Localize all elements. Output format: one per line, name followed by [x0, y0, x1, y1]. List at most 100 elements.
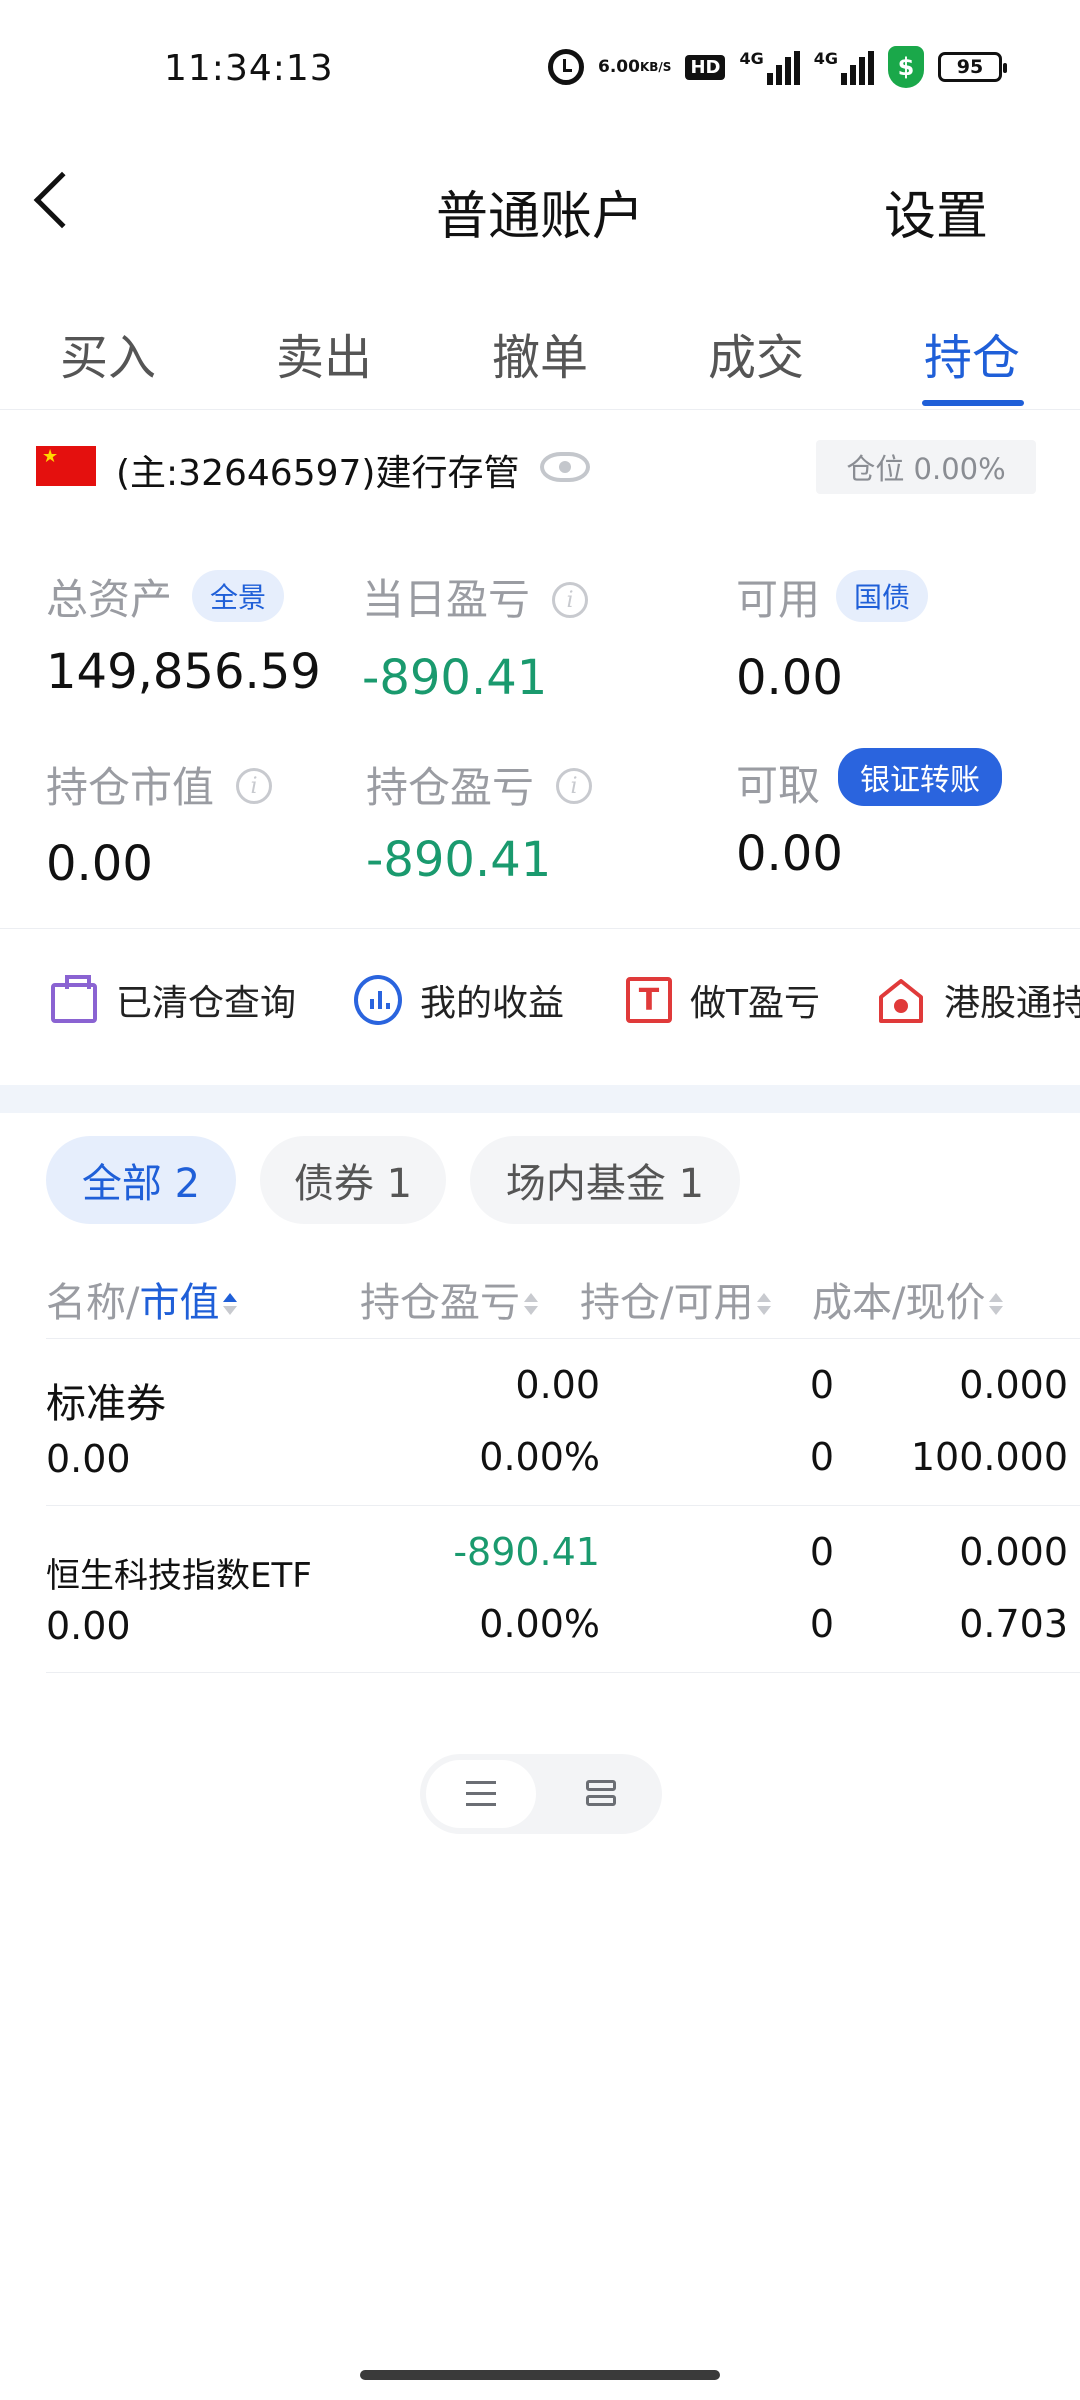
- security-shield-icon: $: [888, 46, 924, 88]
- shortcut-hk-connect[interactable]: 港股通持: [876, 974, 1080, 1026]
- signal-icon-sim1: 4G: [739, 49, 800, 85]
- holding-value-label: 持仓市值: [46, 763, 215, 812]
- holding-value-amount: 0.00: [46, 836, 153, 892]
- shortcut-my-earnings[interactable]: 我的收益: [354, 974, 564, 1026]
- col-holding-label: 持仓/可用: [580, 1280, 754, 1326]
- shortcut-t-trade-pnl[interactable]: T 做T盈亏: [626, 974, 820, 1026]
- current-price: 100.000: [910, 1435, 1068, 1479]
- shortcut-label: 做T盈亏: [690, 983, 820, 1024]
- holding-value-info-icon[interactable]: i: [236, 768, 272, 804]
- withdrawable-label: 可取: [736, 761, 821, 810]
- table-row[interactable]: 标准券 0.00 0.00 0.00% 0 0 0.000 100.000: [46, 1338, 1080, 1505]
- pnl-percent: 0.00%: [479, 1435, 600, 1479]
- china-flag-icon: ★: [36, 446, 96, 486]
- cost-price: 0.000: [959, 1363, 1068, 1407]
- net-speed-unit: KB/S: [639, 59, 672, 74]
- cost-price: 0.000: [959, 1530, 1068, 1574]
- settings-button[interactable]: 设置: [884, 174, 988, 249]
- col-cost-label: 成本/现价: [812, 1280, 986, 1326]
- tab-sell[interactable]: 卖出: [276, 318, 372, 388]
- withdrawable-value: 0.00: [736, 826, 843, 882]
- col-holding[interactable]: 持仓/可用: [580, 1270, 772, 1328]
- total-assets-label: 总资产: [46, 575, 173, 624]
- holding-qty: 0: [809, 1530, 834, 1574]
- holding-pnl-info-icon[interactable]: i: [556, 768, 592, 804]
- withdrawable: 可取: [736, 752, 820, 813]
- t-box-icon: T: [626, 977, 672, 1023]
- col-market-value-label: 市值: [139, 1280, 220, 1326]
- total-assets-value: 149,856.59: [46, 644, 321, 700]
- sort-icon: [524, 1290, 538, 1320]
- header: 普通账户 设置: [0, 140, 1080, 270]
- col-name-label: 名称/: [46, 1280, 140, 1326]
- tab-deals[interactable]: 成交: [708, 318, 804, 388]
- home-indicator[interactable]: [360, 2370, 720, 2380]
- battery-icon: 95: [938, 52, 1007, 82]
- daily-pnl-label: 当日盈亏: [362, 575, 531, 624]
- divider: [46, 1672, 1080, 1673]
- account-selector[interactable]: (主:32646597)建行存管: [116, 444, 519, 496]
- tab-positions[interactable]: 持仓: [924, 318, 1020, 388]
- available-qty: 0: [809, 1602, 834, 1646]
- available-qty: 0: [809, 1435, 834, 1479]
- current-price: 0.703: [959, 1602, 1068, 1646]
- view-mode-toggle: [420, 1754, 662, 1834]
- daily-pnl: 当日盈亏: [362, 566, 530, 627]
- total-assets: 总资产: [46, 566, 172, 627]
- status-icons: 6.00 KB/S HD 4G 4G $ 95: [548, 46, 1007, 88]
- tab-cancel[interactable]: 撤单: [492, 318, 588, 388]
- status-bar: 11:34:13 6.00 KB/S HD 4G 4G $ 95: [0, 0, 1080, 140]
- sort-icon: [757, 1290, 772, 1320]
- panorama-tag[interactable]: 全景: [192, 570, 285, 622]
- treasury-tag[interactable]: 国债: [836, 570, 929, 622]
- security-name: 标准券: [46, 1381, 166, 1427]
- signal-icon-sim2: 4G: [814, 49, 874, 85]
- pnl-amount: 0.00: [515, 1363, 600, 1407]
- chart-search-icon: [354, 975, 402, 1025]
- col-name-market-value[interactable]: 名称/市值: [46, 1270, 238, 1328]
- shortcut-label: 我的收益: [420, 983, 565, 1024]
- daily-pnl-value: -890.41: [362, 650, 548, 706]
- col-pnl[interactable]: 持仓盈亏: [360, 1270, 538, 1328]
- sort-icon: [223, 1290, 238, 1320]
- net-speed-value: 6.00: [598, 56, 640, 77]
- list-icon: [466, 1781, 496, 1807]
- filter-exchange-funds[interactable]: 场内基金 1: [470, 1136, 740, 1224]
- holding-value: 持仓市值: [46, 754, 214, 815]
- active-tab-indicator: [922, 400, 1024, 406]
- alarm-icon: [548, 49, 585, 85]
- col-cost-price[interactable]: 成本/现价: [812, 1270, 1004, 1328]
- list-view-button[interactable]: [426, 1760, 536, 1828]
- sort-icon: [989, 1290, 1004, 1320]
- briefcase-icon: [50, 975, 98, 1024]
- holding-pnl-label: 持仓盈亏: [366, 763, 535, 812]
- filter-bonds[interactable]: 债券 1: [260, 1136, 446, 1224]
- daily-pnl-info-icon[interactable]: i: [552, 582, 588, 618]
- pnl-amount: -890.41: [453, 1530, 600, 1574]
- pnl-percent: 0.00%: [479, 1602, 600, 1646]
- hk-house-icon: [876, 975, 926, 1025]
- card-view-button[interactable]: [546, 1760, 656, 1828]
- available: 可用: [736, 566, 820, 627]
- hd-icon: HD: [685, 54, 726, 80]
- filter-all[interactable]: 全部 2: [46, 1136, 236, 1224]
- sim1-label: 4G: [739, 49, 764, 68]
- security-name: 恒生科技指数ETF: [46, 1556, 312, 1596]
- section-separator: [0, 1085, 1080, 1113]
- holding-pnl-value: -890.41: [366, 832, 552, 888]
- bank-transfer-button[interactable]: 银证转账: [838, 748, 1002, 806]
- market-value: 0.00: [46, 1604, 131, 1648]
- divider: [0, 928, 1080, 929]
- position-ratio-badge: 仓位 0.00%: [816, 440, 1036, 494]
- market-value: 0.00: [46, 1437, 131, 1481]
- table-row[interactable]: 恒生科技指数ETF 0.00 -890.41 0.00% 0 0 0.000 0…: [46, 1505, 1080, 1672]
- shortcut-cleared-positions[interactable]: 已清仓查询: [50, 974, 296, 1026]
- tab-buy[interactable]: 买入: [60, 318, 156, 388]
- eye-icon[interactable]: [540, 452, 590, 482]
- net-speed: 6.00 KB/S: [598, 56, 672, 77]
- card-icon: [586, 1780, 616, 1808]
- status-time: 11:34:13: [164, 48, 334, 89]
- available-value: 0.00: [736, 650, 843, 706]
- shortcut-label: 已清仓查询: [116, 983, 297, 1024]
- shortcut-label: 港股通持: [944, 983, 1080, 1024]
